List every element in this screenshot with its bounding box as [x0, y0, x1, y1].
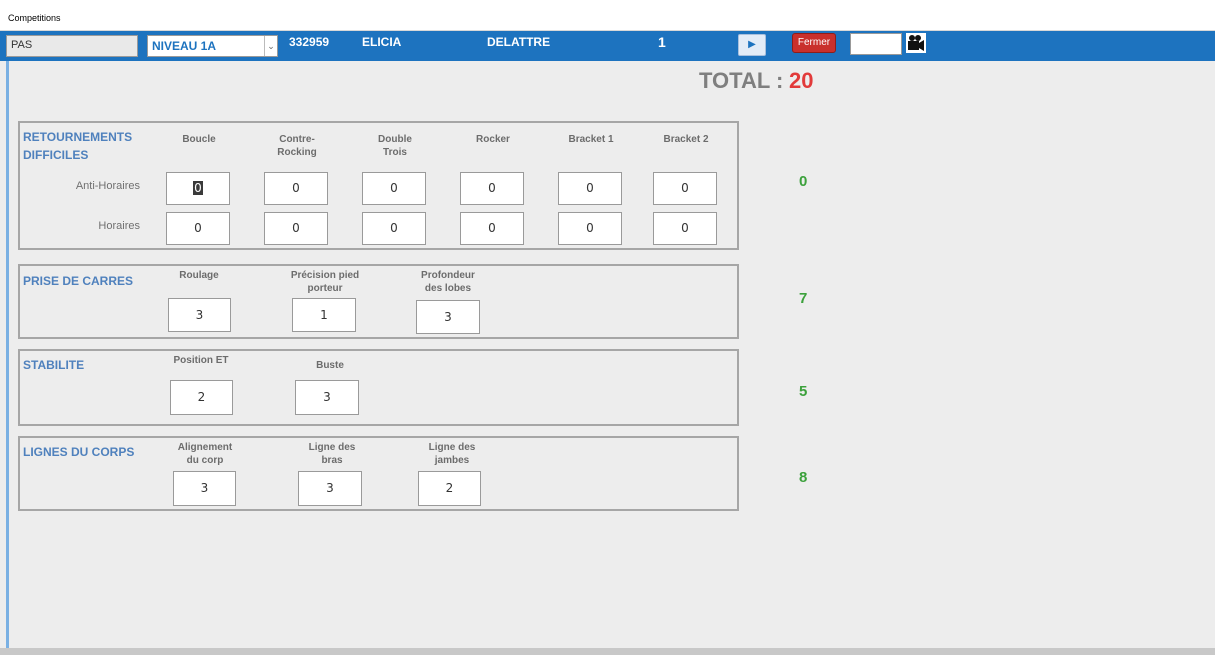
play-icon: ▶: [748, 39, 756, 50]
horaires-boucle-input[interactable]: 0: [166, 212, 230, 245]
col-precision-pied-porteur: Précision pied porteur: [290, 270, 360, 294]
chevron-down-icon[interactable]: ⌄: [264, 36, 277, 56]
anti-horaires-boucle-input[interactable]: 0: [166, 172, 230, 205]
stabilite-title: STABILITE: [23, 358, 85, 372]
horaires-bracket-2-input[interactable]: 0: [653, 212, 717, 245]
bottom-scrollbar[interactable]: [0, 648, 1215, 655]
col-buste: Buste: [316, 360, 344, 371]
window-title: Competitions: [8, 13, 61, 23]
anti-horaires-bracket-2-input[interactable]: 0: [653, 172, 717, 205]
col-position-et: Position ET: [173, 355, 229, 366]
horaires-rocker-input[interactable]: 0: [460, 212, 524, 245]
prise-de-carres-title: PRISE DE CARRES: [23, 274, 134, 288]
video-camera-icon: [906, 33, 926, 53]
col-ligne-des-jambes: Ligne des jambes: [428, 442, 476, 466]
total-value: 20: [789, 68, 814, 93]
play-button[interactable]: ▶: [738, 34, 766, 56]
col-rocker: Rocker: [476, 134, 510, 145]
position-et-input[interactable]: 2: [170, 380, 233, 415]
anti-horaires-bracket-1-input[interactable]: 0: [558, 172, 622, 205]
col-boucle: Boucle: [182, 134, 216, 145]
left-edge-bar: [6, 61, 9, 655]
field1-input[interactable]: PAS: [6, 35, 138, 57]
row-label-horaires: Horaires: [98, 220, 140, 232]
video-input[interactable]: [850, 33, 902, 55]
lignes-du-corps-score: 8: [799, 469, 808, 486]
ligne-des-bras-input[interactable]: 3: [298, 471, 362, 506]
prise-de-carres-panel: PRISE DE CARRES Roulage Précision pied p…: [18, 264, 739, 339]
total-label: TOTAL :: [699, 68, 784, 93]
lignes-du-corps-title: LIGNES DU CORPS: [23, 445, 135, 459]
alignement-du-corp-input[interactable]: 3: [173, 471, 236, 506]
col-double-trois: Double Trois: [378, 134, 412, 158]
retournements-panel: RETOURNEMENTS DIFFICILES Boucle Contre- …: [18, 121, 739, 250]
stabilite-score: 5: [799, 383, 808, 400]
col-roulage: Roulage: [179, 270, 219, 281]
skater-last-name: DELATTRE: [487, 35, 551, 49]
anti-horaires-double-trois-input[interactable]: 0: [362, 172, 426, 205]
horaires-contre-rocking-input[interactable]: 0: [264, 212, 328, 245]
video-camera-button[interactable]: [905, 32, 927, 54]
prise-de-carres-score: 7: [799, 290, 808, 307]
anti-horaires-contre-rocking-input[interactable]: 0: [264, 172, 328, 205]
stabilite-panel: STABILITE Position ET Buste 2 3: [18, 349, 739, 426]
profondeur-des-lobes-input[interactable]: 3: [416, 300, 480, 334]
col-profondeur-des-lobes: Profondeur des lobes: [421, 270, 475, 294]
roulage-input[interactable]: 3: [168, 298, 231, 332]
buste-input[interactable]: 3: [295, 380, 359, 415]
lignes-du-corps-panel: LIGNES DU CORPS Alignement du corp Ligne…: [18, 436, 739, 511]
horaires-bracket-1-input[interactable]: 0: [558, 212, 622, 245]
retournements-score: 0: [799, 173, 808, 190]
anti-horaires-rocker-input[interactable]: 0: [460, 172, 524, 205]
niveau-value: NIVEAU 1A: [152, 39, 217, 53]
fermer-button[interactable]: Fermer: [792, 33, 836, 53]
niveau-select[interactable]: NIVEAU 1A ⌄: [147, 35, 278, 57]
passage-counter: 1: [658, 34, 666, 50]
col-contre-rocking: Contre- Rocking: [277, 134, 317, 158]
row-label-anti-horaires: Anti-Horaires: [75, 180, 140, 192]
skater-first-name: ELICIA: [362, 35, 402, 49]
skater-id: 332959: [289, 35, 330, 49]
ligne-des-jambes-input[interactable]: 2: [418, 471, 481, 506]
col-ligne-des-bras: Ligne des bras: [308, 442, 356, 466]
col-bracket-2: Bracket 2: [663, 134, 709, 145]
col-alignement-du-corp: Alignement du corp: [177, 442, 233, 466]
precision-pied-porteur-input[interactable]: 1: [292, 298, 356, 332]
retournements-title-1: RETOURNEMENTS: [23, 130, 133, 144]
horaires-double-trois-input[interactable]: 0: [362, 212, 426, 245]
window-titlebar: Competitions: [0, 0, 1215, 31]
retournements-title-2: DIFFICILES: [23, 148, 89, 162]
col-bracket-1: Bracket 1: [568, 134, 614, 145]
